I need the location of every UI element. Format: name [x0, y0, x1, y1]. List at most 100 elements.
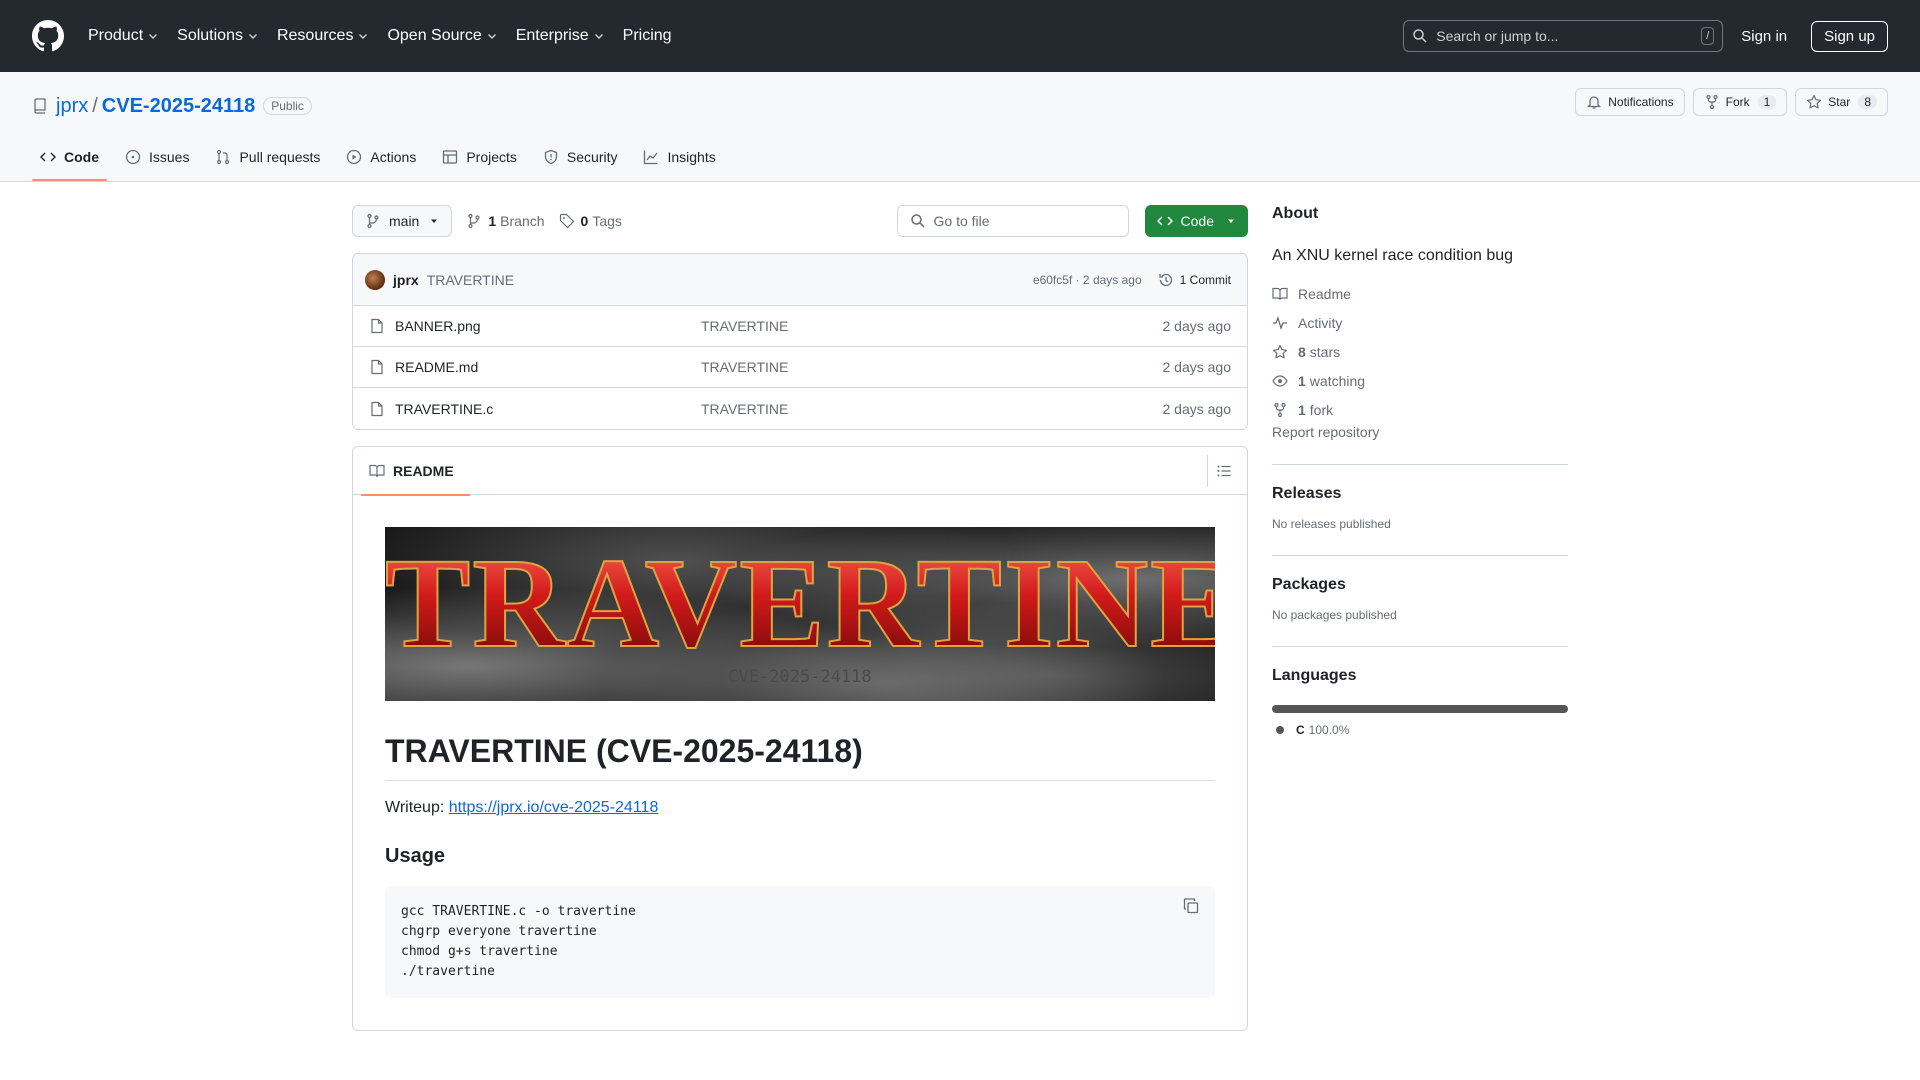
- writeup-link[interactable]: https://jprx.io/cve-2025-24118: [449, 799, 659, 816]
- tab-projects[interactable]: Projects: [434, 133, 525, 181]
- tab-code-label: Code: [64, 149, 99, 165]
- global-nav: Product Solutions Resources Open Source …: [88, 27, 690, 45]
- stars-link[interactable]: 8 stars: [1272, 337, 1568, 366]
- readme-tab[interactable]: README: [361, 447, 470, 496]
- file-commit-message[interactable]: TRAVERTINE: [701, 318, 1163, 334]
- tag-count: 0: [580, 213, 589, 229]
- eye-icon: [1272, 374, 1288, 387]
- tab-issues-label: Issues: [149, 149, 190, 165]
- language-item[interactable]: C 100.0%: [1276, 723, 1568, 737]
- go-to-file-input[interactable]: Go to file: [896, 205, 1129, 237]
- file-name-label: README.md: [395, 359, 479, 375]
- search-input[interactable]: Search or jump to... /: [1403, 20, 1724, 52]
- commit-hash-time[interactable]: e60fc5f · 2 days ago: [1033, 273, 1142, 287]
- banner-title: TRAVERTINE: [385, 532, 1215, 674]
- tab-issues[interactable]: Issues: [117, 133, 197, 181]
- banner-subtitle: CVE-2025-24118: [728, 667, 872, 687]
- repo-tabs: Code Issues Pull requests Actions Projec…: [32, 133, 734, 181]
- file-name[interactable]: TRAVERTINE.c: [369, 401, 701, 417]
- about-heading: About: [1272, 205, 1319, 222]
- file-name[interactable]: README.md: [369, 359, 701, 375]
- nav-resources[interactable]: Resources: [277, 27, 369, 45]
- outline-button[interactable]: [1207, 455, 1239, 487]
- fork-count: 1: [1757, 95, 1777, 109]
- chevron-down-icon: [248, 34, 257, 39]
- tab-security[interactable]: Security: [535, 133, 626, 181]
- languages-section: Languages C 100.0%: [1272, 646, 1568, 737]
- about-list: Readme Activity 8 stars 1 watching 1 for…: [1272, 279, 1568, 424]
- nav-product[interactable]: Product: [88, 27, 159, 45]
- caret-down-icon: [1228, 219, 1234, 223]
- code-dropdown-button[interactable]: Code: [1144, 205, 1248, 237]
- watching-label: watching: [1309, 372, 1366, 389]
- commits-link[interactable]: 1 Commit: [1158, 272, 1231, 288]
- readme-tab-label: README: [393, 462, 454, 479]
- branch-label: Branch: [500, 213, 545, 229]
- packages-heading[interactable]: Packages: [1272, 576, 1568, 594]
- star-button[interactable]: Star 8: [1795, 88, 1888, 116]
- fork-label: Fork: [1725, 95, 1750, 109]
- tab-security-label: Security: [566, 149, 618, 165]
- graph-icon: [644, 150, 658, 165]
- repo-header: jprx / CVE-2025-24118 Public Notificatio…: [0, 72, 1920, 182]
- branches-link[interactable]: 1 Branch: [466, 213, 545, 229]
- repo-name-link[interactable]: CVE-2025-24118: [102, 95, 255, 118]
- file-icon: [371, 359, 383, 375]
- commit-message[interactable]: TRAVERTINE: [427, 272, 514, 288]
- tab-pull-requests[interactable]: Pull requests: [207, 133, 328, 181]
- repo-actions: Notifications Fork 1 Star 8: [1567, 88, 1888, 116]
- caret-down-icon: [431, 219, 438, 223]
- bell-icon: [1587, 96, 1602, 109]
- about-description: An XNU kernel race condition bug: [1272, 247, 1514, 264]
- notifications-button[interactable]: Notifications: [1575, 88, 1685, 116]
- nav-pricing[interactable]: Pricing: [623, 27, 672, 45]
- notifications-label: Notifications: [1608, 95, 1674, 109]
- copy-button[interactable]: [1183, 898, 1199, 914]
- avatar[interactable]: [365, 269, 385, 290]
- nav-solutions-label: Solutions: [177, 27, 243, 44]
- chevron-down-icon: [359, 34, 368, 39]
- tab-actions[interactable]: Actions: [338, 133, 424, 181]
- github-logo-icon[interactable]: [32, 20, 64, 52]
- nav-enterprise[interactable]: Enterprise: [516, 27, 605, 45]
- watching-link[interactable]: 1 watching: [1272, 366, 1568, 395]
- readme-header: README: [353, 447, 1247, 496]
- code-icon: [40, 152, 56, 162]
- file-toolbar: main 1 Branch 0 Tags Go to file Code: [352, 205, 1248, 237]
- branch-select-button[interactable]: main: [352, 205, 453, 237]
- fork-button[interactable]: Fork 1: [1692, 88, 1788, 116]
- branch-icon: [468, 213, 480, 229]
- tab-insights[interactable]: Insights: [635, 133, 723, 181]
- file-commit-message[interactable]: TRAVERTINE: [701, 401, 1163, 417]
- tab-projects-label: Projects: [466, 149, 517, 165]
- sign-in-link[interactable]: Sign in: [1741, 28, 1787, 45]
- nav-solutions[interactable]: Solutions: [177, 27, 259, 45]
- activity-link[interactable]: Activity: [1272, 308, 1568, 337]
- language-color-dot: [1276, 726, 1284, 734]
- latest-commit-row: jprx TRAVERTINE e60fc5f · 2 days ago 1 C…: [353, 254, 1247, 306]
- nav-enterprise-label: Enterprise: [515, 27, 589, 44]
- readme-link[interactable]: Readme: [1272, 279, 1568, 308]
- sign-up-button[interactable]: Sign up: [1811, 20, 1888, 52]
- code-line: chmod g+s travertine: [401, 944, 558, 959]
- list-icon: [1217, 465, 1230, 477]
- forks-link[interactable]: 1 fork: [1272, 395, 1568, 424]
- repo-owner-link[interactable]: jprx: [56, 95, 88, 118]
- releases-heading[interactable]: Releases: [1272, 485, 1568, 503]
- tags-link[interactable]: 0 Tags: [559, 213, 622, 229]
- language-name: C: [1296, 723, 1305, 737]
- code-line: chgrp everyone travertine: [401, 924, 597, 939]
- repo-separator: /: [92, 94, 98, 117]
- report-repository-link[interactable]: Report repository: [1272, 424, 1379, 440]
- file-row[interactable]: README.md TRAVERTINE 2 days ago: [353, 347, 1247, 388]
- commit-author[interactable]: jprx: [393, 272, 419, 288]
- file-icon: [371, 401, 383, 416]
- file-row[interactable]: BANNER.png TRAVERTINE 2 days ago: [353, 306, 1247, 347]
- file-commit-message[interactable]: TRAVERTINE: [701, 359, 1163, 375]
- tab-code[interactable]: Code: [32, 133, 107, 181]
- file-row[interactable]: TRAVERTINE.c TRAVERTINE 2 days ago: [353, 388, 1247, 429]
- file-name[interactable]: BANNER.png: [369, 318, 701, 334]
- nav-open-source[interactable]: Open Source: [387, 27, 497, 45]
- activity-link-label: Activity: [1298, 314, 1343, 331]
- branch-name: main: [389, 213, 420, 229]
